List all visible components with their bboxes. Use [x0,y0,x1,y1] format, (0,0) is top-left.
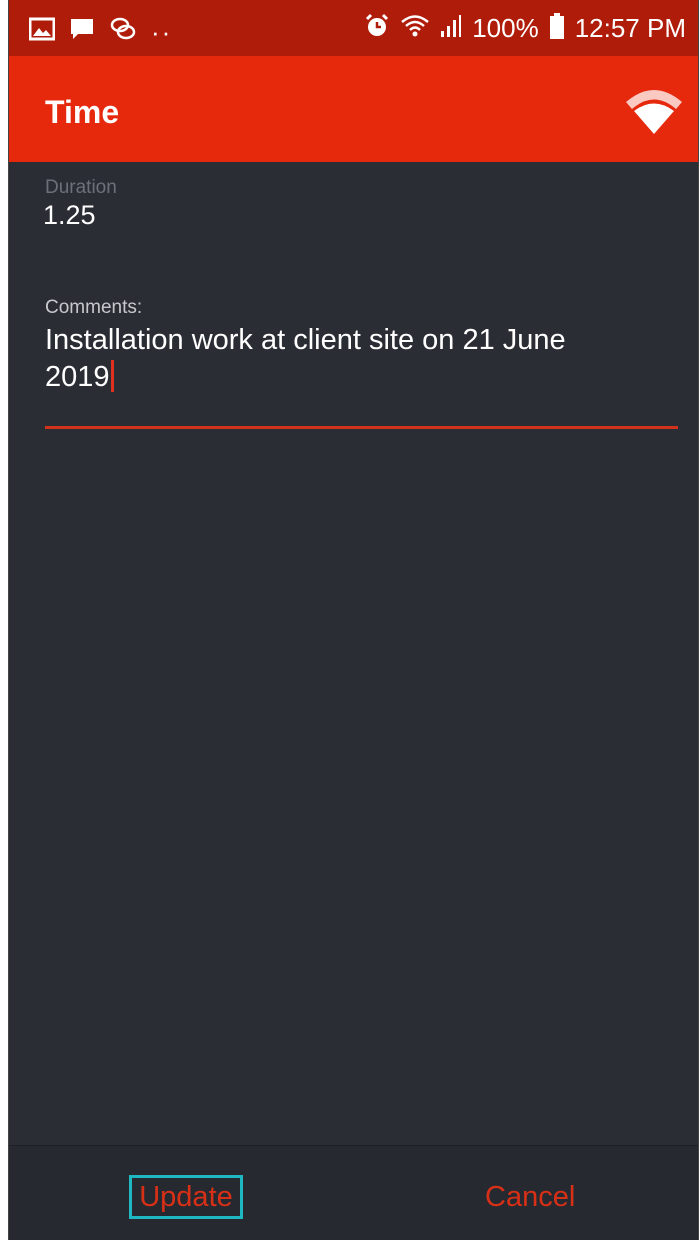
page-title: Time [45,94,120,130]
more-dots-icon: ·· [151,16,173,47]
app-bar: Time [9,56,698,162]
comments-text-end: 2019 [45,361,110,393]
battery-percent: 100% [472,13,539,43]
comments-text-line: Installation work at client site on 21 J… [45,324,566,356]
duration-label: Duration [45,177,117,198]
comments-text-line: 2019 [45,359,678,396]
status-bar: ·· 100% 12:57 PM [9,0,698,56]
cell-signal-icon [440,13,462,44]
comments-input[interactable]: Installation work at client site on 21 J… [45,322,678,429]
wifi-signal-icon [400,13,430,44]
duration-value[interactable]: 1.25 [43,200,96,231]
comments-label: Comments: [45,297,143,318]
cancel-button[interactable]: Cancel [485,1178,575,1216]
alarm-icon [364,13,390,44]
battery-icon [549,12,565,45]
system-indicators: 100% 12:57 PM [364,12,686,45]
wifi-logo-icon[interactable] [624,84,684,136]
notification-icons: ·· [28,16,173,47]
chat-bubbles-icon [109,16,137,47]
action-bar: Update Cancel [9,1145,698,1240]
message-icon [69,16,95,47]
gallery-icon [28,17,56,46]
update-button[interactable]: Update [129,1175,243,1219]
text-cursor [110,360,114,392]
app-screen: ·· 100% 12:57 PM Time Duration 1.25 Comm… [8,0,699,1240]
clock: 12:57 PM [574,13,686,43]
